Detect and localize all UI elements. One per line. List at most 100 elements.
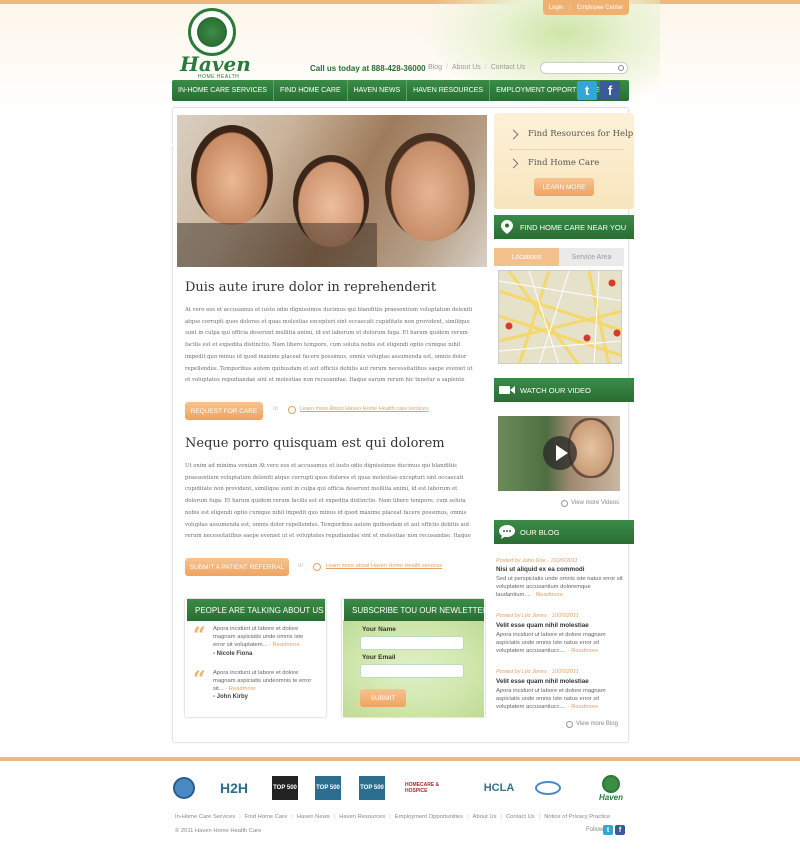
map-tabs: Locations Service Area — [494, 248, 624, 266]
find-home-care-link[interactable]: Find Home Care — [528, 158, 599, 168]
section-heading-2: Neque porro quisquam est qui dolorem — [185, 436, 445, 451]
info-icon — [288, 406, 296, 414]
login-link[interactable]: Login — [549, 5, 564, 11]
about-link[interactable]: About Us — [452, 64, 481, 71]
view-more-videos-link[interactable]: View more Videos — [571, 500, 619, 506]
nav-haven-news[interactable]: HAVEN NEWS — [348, 80, 408, 101]
find-care-header: FIND HOME CARE NEAR YOU — [494, 215, 634, 239]
hero-person — [385, 133, 475, 241]
find-care-title: FIND HOME CARE NEAR YOU — [520, 222, 627, 232]
hero-tagline-line2: like home... — [82, 131, 176, 150]
employee-center-link[interactable]: Employee Center — [577, 5, 623, 11]
copyright: © 2011 Haven Home Health Care — [175, 828, 262, 834]
section-heading-1: Duis aute irure dolor in reprehenderit — [185, 280, 437, 295]
testimonial-author: - Nicole Fiona — [213, 651, 253, 657]
or-label: or — [298, 563, 304, 569]
partner-seal-icon — [172, 776, 196, 800]
top500-logo: TOP 500 — [359, 776, 385, 800]
arrow-right-icon — [561, 500, 568, 507]
nav-in-home-care[interactable]: IN-HOME CARE SERVICES — [172, 80, 274, 101]
footer-link[interactable]: About Us — [473, 814, 497, 820]
footer-links: In-Home Care Services | Find Home Care | H… — [175, 814, 610, 820]
tab-service-area[interactable]: Service Area — [559, 248, 624, 266]
video-title: WATCH OUR VIDEO — [520, 385, 591, 395]
link-separator: / — [446, 64, 448, 71]
testimonials-title: PEOPLE ARE TALKING ABOUT US — [187, 599, 325, 621]
learn-more-care-link[interactable]: Learn more About Haven Home Health care … — [300, 406, 429, 412]
testimonial-author: - John Kirby — [213, 694, 249, 700]
find-resources-link[interactable]: Find Resources for Help — [528, 129, 633, 139]
blog-post-excerpt: Apora incidunt ut labore et dolore magna… — [496, 688, 606, 710]
testimonial-text: Apora incidunt ut labore et dolore magna… — [213, 670, 312, 692]
request-care-button[interactable]: REQUEST FOR CARE — [185, 402, 263, 420]
facebook-icon[interactable]: f — [615, 825, 625, 835]
play-icon[interactable] — [543, 436, 577, 470]
main-nav: IN-HOME CARE SERVICES FIND HOME CARE HAV… — [172, 80, 629, 101]
map-pin-icon — [494, 215, 520, 239]
view-more-blog-link[interactable]: View more Blog — [576, 721, 618, 727]
contact-link[interactable]: Contact Us — [491, 64, 526, 71]
video-camera-icon — [494, 378, 520, 402]
section-paragraph-1: At vero eos et accusamus et iusto odio d… — [185, 307, 473, 384]
readmore-link[interactable]: - Readmore — [225, 686, 256, 692]
hcla-logo: HCLA — [483, 782, 515, 794]
speech-bubble-icon — [494, 520, 520, 544]
name-field[interactable] — [360, 636, 464, 650]
blog-post-title[interactable]: Velit esse quam nihil molestiae — [496, 622, 589, 629]
quote-icon: “ — [193, 667, 206, 693]
readmore-link[interactable]: - Readmore — [568, 704, 599, 710]
site-logo[interactable]: Haven HOME HEALTH — [180, 8, 251, 80]
or-label: or — [273, 406, 279, 412]
logo-name: Haven — [180, 52, 251, 76]
facebook-icon[interactable]: f — [600, 81, 620, 100]
testimonial-text: Apora incidunt ut labore et dolore magna… — [213, 626, 304, 648]
hero-caption-bg — [177, 223, 377, 267]
top500-logo: TOP 500 — [272, 776, 298, 800]
blog-post-title[interactable]: Nisi ut aliquid ex ea commodi — [496, 566, 585, 573]
login-tab: Login | Employee Center — [543, 0, 629, 15]
top-links: Blog / About Us / Contact Us — [428, 64, 525, 71]
newsletter-submit-button[interactable]: SUBMIT — [360, 689, 406, 707]
blog-link[interactable]: Blog — [428, 64, 442, 71]
patient-referral-button[interactable]: SUBMIT A PATIENT REFERRAL — [185, 558, 289, 576]
blog-post-title[interactable]: Velit esse quam nihil molestiae — [496, 678, 589, 685]
search-input[interactable] — [540, 62, 628, 74]
nav-haven-resources[interactable]: HAVEN RESOURCES — [407, 80, 491, 101]
tab-locations[interactable]: Locations — [494, 248, 559, 266]
social-links: t f — [577, 81, 620, 100]
blog-post-meta: Posted by John Doe · 10/20/2011 — [496, 558, 578, 564]
footer-link[interactable]: Contact Us — [506, 814, 535, 820]
link-separator: | — [389, 814, 391, 820]
hero-person — [191, 125, 273, 225]
footer-link[interactable]: Haven Resources — [339, 814, 385, 820]
twitter-icon[interactable]: t — [603, 825, 613, 835]
call-number: Call us today at 888-428-36000 — [310, 64, 426, 73]
video-header: WATCH OUR VIDEO — [494, 378, 634, 402]
email-field[interactable] — [360, 664, 464, 678]
readmore-link[interactable]: - Readmore — [269, 642, 300, 648]
newsletter-title: SUBSCRIBE TOU OUR NEWLETTER — [344, 599, 489, 621]
top500-logo: TOP 500 — [315, 776, 341, 800]
learn-more-services-link[interactable]: Learn more about Haven Home Health servi… — [326, 563, 442, 569]
promo-divider — [510, 149, 624, 150]
nav-find-home-care[interactable]: FIND HOME CARE — [274, 80, 348, 101]
homecare-hospice-logo: HOMECARE & HOSPICE — [405, 782, 440, 794]
link-separator: | — [500, 814, 502, 820]
search-icon[interactable] — [618, 65, 624, 71]
footer-link[interactable]: In-Home Care Services — [175, 814, 235, 820]
readmore-link[interactable]: - Readmore — [532, 592, 563, 598]
footer-link[interactable]: Find Home Care — [245, 814, 288, 820]
footer-link[interactable]: Haven News — [297, 814, 330, 820]
twitter-icon[interactable]: t — [577, 81, 597, 100]
readmore-link[interactable]: - Readmore — [568, 648, 599, 654]
info-icon — [313, 563, 321, 571]
footer-link[interactable]: Employment Opportunities — [395, 814, 463, 820]
logo-tree-icon — [188, 8, 236, 56]
link-separator: | — [467, 814, 469, 820]
location-map[interactable] — [498, 270, 622, 364]
blog-header: OUR BLOG — [494, 520, 634, 544]
hero-image — [177, 115, 487, 267]
learn-more-button[interactable]: LEARN MORE — [534, 178, 594, 196]
footer-link[interactable]: Notice of Privacy Practice — [544, 814, 610, 820]
blog-post-meta: Posted by Lilo Jones · 10/20/2011 — [496, 613, 579, 619]
